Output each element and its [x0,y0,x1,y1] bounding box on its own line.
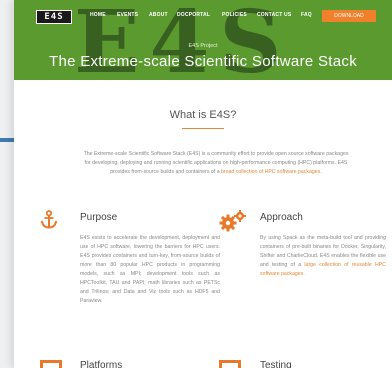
nav-item-contact-us[interactable]: CONTACT US [257,12,291,18]
testing-icon [219,360,241,368]
section-title-what-is-e4s: What is E4S? [169,109,237,121]
hero-subtitle: E4S Project [188,43,218,49]
platforms-icon [40,360,62,368]
nav-item-policies[interactable]: POLICIES [222,12,247,18]
page: E4S E4S HOME EVENTS ABOUT DOCPORTAL POLI… [14,0,392,368]
e4s-logo[interactable]: E4S [36,10,72,24]
intro-paragraph: The Extreme-scale Scientific Software St… [80,150,352,177]
top-nav: E4S HOME EVENTS ABOUT DOCPORTAL POLICIES… [14,6,392,28]
approach-paragraph: By using Spack as the meta-build tool an… [260,234,386,279]
hero-title: The Extreme-scale Scientific Software St… [48,53,357,70]
nav-item-home[interactable]: HOME [90,12,106,18]
purpose-text: E4S exists to accelerate the development… [80,235,220,304]
platforms-title: Platforms [80,360,123,368]
gears-icon [219,210,247,232]
approach-title: Approach [260,212,303,223]
nav-item-faq[interactable]: FAQ [301,12,312,18]
purpose-title: Purpose [80,212,118,223]
testing-title: Testing [260,360,292,368]
anchor-icon [40,210,58,230]
hero-banner: E4S E4S HOME EVENTS ABOUT DOCPORTAL POLI… [14,0,392,80]
intro-link[interactable]: broad collection of HPC software package… [221,169,322,175]
section-divider [182,128,224,129]
nav-item-events[interactable]: EVENTS [117,12,138,18]
download-button[interactable]: DOWNLOAD [322,10,376,22]
nav-item-docportal[interactable]: DOCPORTAL [177,12,210,18]
nav-item-about[interactable]: ABOUT [149,12,168,18]
